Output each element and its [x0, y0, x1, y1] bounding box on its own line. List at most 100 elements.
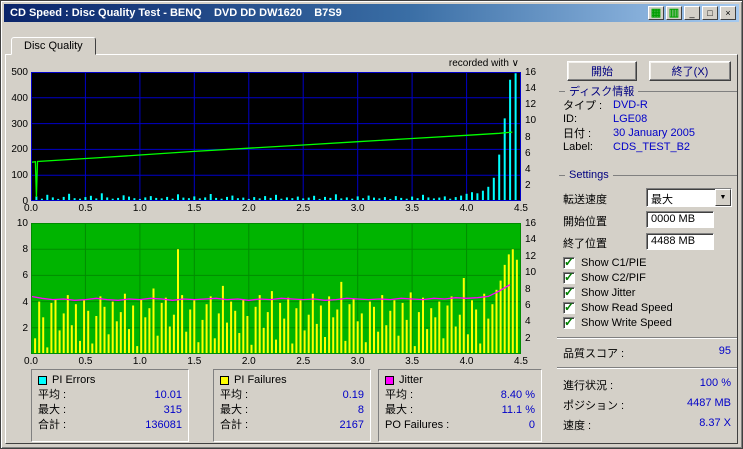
axis-tick-label: 2.5	[296, 356, 311, 367]
settings-checkbox-row[interactable]: ✓ Show Read Speed	[563, 300, 673, 315]
axis-tick-label: 14	[525, 234, 537, 246]
stat-label: 合計 :	[220, 419, 249, 431]
settings-checkbox-row[interactable]: ✓ Show C1/PIE	[563, 255, 673, 270]
transfer-speed-value: 最大	[651, 194, 673, 206]
screenshot-icon-button[interactable]: ▥	[666, 6, 682, 20]
stats-box-jitter: Jitter 平均 : 8.40 % 最大 : 11.1 % PO Failures : 0	[378, 369, 542, 442]
app-window: CD Speed : Disc Quality Test - BENQ DVD …	[0, 0, 743, 449]
divider	[557, 367, 737, 369]
stat-label: 平均 :	[220, 389, 249, 401]
axis-tick-label: 1.5	[187, 203, 202, 214]
axis-tick-label: 2.0	[241, 356, 256, 367]
progress-value: 100 %	[699, 377, 731, 389]
disc-info-label: Label:	[563, 141, 593, 153]
axis-tick-label: 3.0	[350, 356, 365, 367]
start-button[interactable]: 開始	[567, 61, 637, 81]
quality-score-label: 品質スコア :	[563, 348, 625, 360]
axis-tick-label: 0.5	[78, 203, 93, 214]
stat-label: 最大 :	[220, 404, 249, 416]
settings-checkbox-row[interactable]: ✓ Show C2/PIF	[563, 270, 673, 285]
legend-label: Jitter	[399, 374, 423, 386]
pi-failures-chart	[30, 223, 521, 354]
axis-tick-label: 6	[525, 299, 531, 311]
settings-header-label: Settings	[569, 169, 609, 181]
axis-tick-label: 3.0	[350, 203, 365, 214]
disc-info-row: ID: LGE08	[563, 112, 737, 126]
stat-row: 平均 : 8.40 %	[385, 388, 535, 403]
titlebar-buttons: ▦ ▥ _ □ ×	[648, 6, 739, 20]
end-position-label: 終了位置	[563, 238, 607, 250]
stat-label: PO Failures :	[385, 419, 450, 431]
stats-box-pi-failures: PI Failures 平均 : 0.19 最大 : 8 合計 : 2167	[213, 369, 371, 442]
axis-tick-label: 6	[22, 270, 28, 282]
stat-row: 最大 : 11.1 %	[385, 403, 535, 418]
start-position-label: 開始位置	[563, 216, 607, 228]
axis-tick-label: 8	[525, 283, 531, 295]
disc-info-label: タイプ :	[563, 100, 603, 112]
axis-tick-label: 0.0	[24, 356, 38, 367]
end-position-field[interactable]: 4488 MB	[646, 233, 714, 250]
disc-info-rows: タイプ : DVD-R ID: LGE08 日付 :30 January 2005 Lab…	[563, 98, 737, 154]
axis-tick-label: 16	[525, 218, 537, 229]
speed-value: 8.37 X	[699, 417, 731, 429]
axis-tick-label: 100	[11, 170, 28, 182]
axis-tick-label: 0.5	[78, 356, 93, 367]
legend-swatch-icon	[385, 375, 394, 385]
checkbox[interactable]: ✓	[563, 284, 575, 299]
speed-label: 速度 :	[563, 420, 592, 432]
disc-info-value: DVD-R	[613, 99, 648, 111]
pi-failures-jitter-chart	[30, 223, 521, 354]
position-label: ポジション :	[563, 400, 625, 412]
stat-row: 合計 : 2167	[220, 418, 364, 433]
stat-label: 平均 :	[38, 389, 67, 401]
checkbox-label: Show Write Speed	[581, 316, 672, 329]
divider	[557, 337, 737, 339]
axis-tick-label: 3.5	[405, 356, 420, 367]
stat-value: 8.40 %	[500, 389, 535, 401]
axis-tick-label: 500	[11, 67, 28, 78]
axis-tick-label: 4.0	[459, 356, 474, 367]
checkbox[interactable]: ✓	[563, 269, 575, 284]
checkbox[interactable]: ✓	[563, 315, 575, 329]
tab-disc-quality[interactable]: Disc Quality	[11, 37, 96, 55]
progress-label: 進行状況 :	[563, 380, 614, 392]
axis-tick-label: 200	[11, 144, 28, 156]
axis-tick-label: 2	[525, 179, 531, 191]
close-button[interactable]: ×	[720, 6, 736, 20]
axis-tick-label: 10	[525, 267, 537, 279]
window-title: CD Speed : Disc Quality Test - BENQ DVD …	[10, 7, 342, 19]
settings-checkbox-row[interactable]: ✓ Show Jitter	[563, 285, 673, 300]
axis-tick-label: 12	[525, 99, 537, 111]
position-row: ポジション : 4487 MB	[563, 397, 731, 413]
transfer-speed-select[interactable]: 最大 ▼	[646, 188, 732, 207]
axis-tick-label: 300	[11, 118, 28, 130]
check-icon: ✓	[564, 299, 575, 314]
checkbox-label: Show Read Speed	[581, 301, 673, 314]
exit-button[interactable]: 終了(X)	[649, 61, 731, 81]
chart-icon-button[interactable]: ▦	[648, 6, 664, 20]
titlebar[interactable]: CD Speed : Disc Quality Test - BENQ DVD …	[4, 4, 739, 22]
stat-label: 最大 :	[385, 404, 414, 416]
axis-tick-label: 4	[525, 316, 531, 328]
checkbox[interactable]: ✓	[563, 299, 575, 314]
start-position-field[interactable]: 0000 MB	[646, 211, 714, 228]
check-icon: ✓	[564, 284, 575, 299]
check-icon: ✓	[564, 269, 575, 284]
checkbox-label: Show C2/PIF	[581, 271, 646, 284]
checkbox[interactable]: ✓	[563, 254, 575, 269]
legend-swatch-icon	[220, 375, 229, 385]
check-icon: ✓	[564, 254, 575, 269]
axis-tick-label: 12	[525, 250, 537, 262]
axis-tick-label: 6	[525, 147, 531, 159]
header-line	[612, 174, 737, 176]
header-line	[559, 90, 565, 92]
axis-tick-label: 3.5	[405, 203, 420, 214]
stat-value: 136081	[145, 419, 182, 431]
progress-row: 進行状況 : 100 %	[563, 377, 731, 393]
maximize-button[interactable]: □	[702, 6, 718, 20]
chevron-down-icon[interactable]: ▼	[715, 189, 731, 206]
settings-checkbox-row[interactable]: ✓ Show Write Speed	[563, 315, 673, 330]
axis-tick-label: 2.5	[296, 203, 311, 214]
stat-row: 最大 : 315	[38, 403, 182, 418]
minimize-button[interactable]: _	[684, 6, 700, 20]
